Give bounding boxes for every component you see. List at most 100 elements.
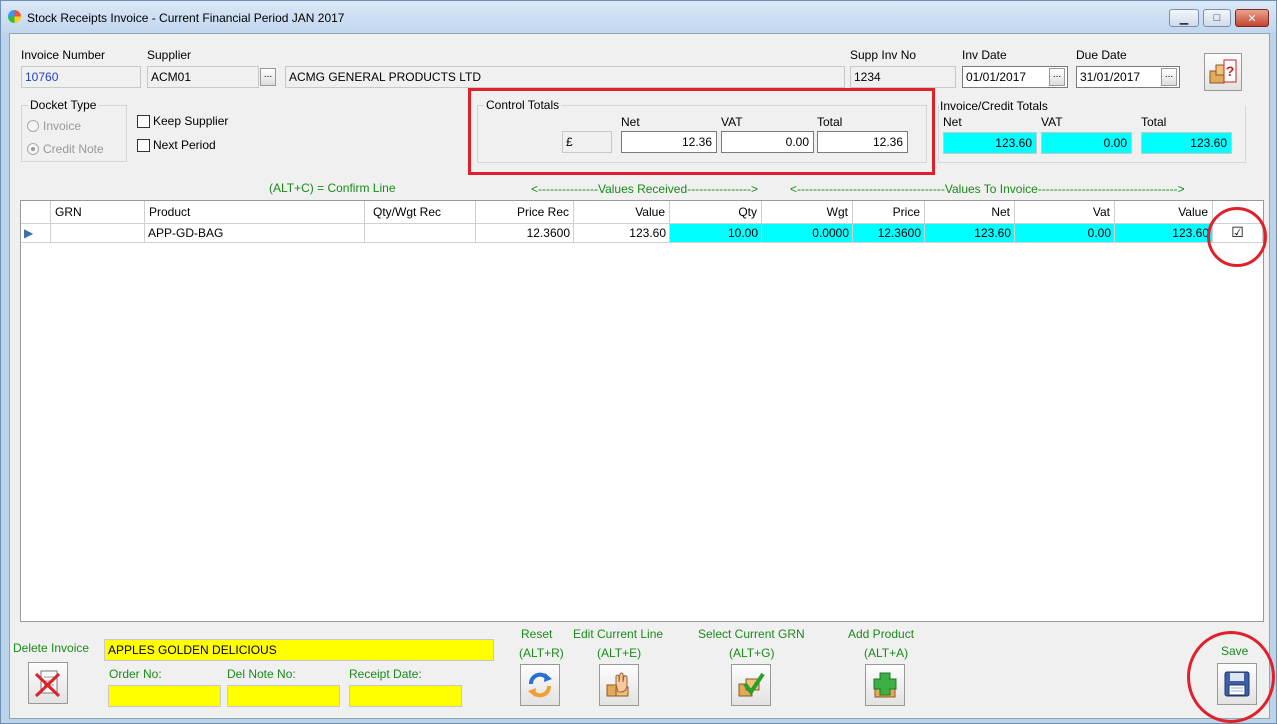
add-product-shortcut: (ALT+A) <box>864 646 909 660</box>
values-received-caption: <---------------Values Received---------… <box>531 182 759 196</box>
values-to-invoice-caption: <-------------------------------------Va… <box>790 182 1185 196</box>
table-cell-value-rec[interactable]: 123.60 <box>574 224 670 243</box>
annotation-save-circle <box>1187 631 1275 723</box>
product-description-field: APPLES GOLDEN DELICIOUS <box>104 639 494 661</box>
table-cell-wgt[interactable]: 0.0000 <box>762 224 853 243</box>
next-period-label: Next Period <box>153 138 216 152</box>
checkmark-boxes-icon <box>738 672 765 697</box>
radio-selected-icon <box>27 143 39 155</box>
docket-credit-note-label: Credit Note <box>43 142 104 156</box>
docket-invoice-label: Invoice <box>43 119 82 133</box>
hand-boxes-icon <box>606 672 629 697</box>
due-date-picker-button[interactable]: ... <box>1161 68 1177 86</box>
order-no-field[interactable] <box>108 685 221 707</box>
docket-type-title: Docket Type <box>28 98 99 112</box>
del-note-no-field[interactable] <box>227 685 340 707</box>
edit-current-line-label: Edit Current Line <box>573 627 664 641</box>
select-current-grn-label: Select Current GRN <box>698 627 805 641</box>
table-cell-value[interactable]: 123.60 <box>1115 224 1213 243</box>
help-button[interactable]: ? <box>1204 53 1242 91</box>
table-cell-qty-wgt-rec[interactable] <box>365 224 476 243</box>
table-cell-vat[interactable]: 0.00 <box>1015 224 1115 243</box>
help-boxes-icon: ? <box>1209 59 1237 84</box>
select-current-grn-button[interactable] <box>731 664 771 706</box>
title-bar: Stock Receipts Invoice - Current Financi… <box>1 1 1276 33</box>
radio-icon <box>27 120 39 132</box>
checkbox-icon <box>137 114 150 128</box>
refresh-icon <box>528 672 552 698</box>
annotation-control-totals-highlight <box>468 88 935 175</box>
docket-type-group: Docket Type Invoice Credit Note <box>21 98 127 162</box>
reset-shortcut: (ALT+R) <box>519 646 564 660</box>
docket-invoice-radio[interactable]: Invoice <box>27 119 81 133</box>
minimize-button[interactable]: ▁ <box>1169 9 1199 27</box>
delete-invoice-button[interactable] <box>28 662 68 704</box>
order-no-label: Order No: <box>109 667 162 681</box>
grid-header-qty[interactable]: Qty <box>670 201 762 224</box>
delete-invoice-label: Delete Invoice <box>13 641 90 655</box>
edit-current-line-button[interactable] <box>599 664 639 706</box>
row-selector-icon[interactable]: ▶ <box>21 224 51 243</box>
grid-header-product[interactable]: Product <box>145 201 365 224</box>
grid-header-value[interactable]: Value <box>1115 201 1213 224</box>
invoice-vat-field: 0.00 <box>1041 132 1132 154</box>
grid-header-wgt[interactable]: Wgt <box>762 201 853 224</box>
invoice-number-label: Invoice Number <box>21 48 106 62</box>
invoice-net-label: Net <box>943 115 962 129</box>
invoice-total-field: 123.60 <box>1141 132 1232 154</box>
add-product-button[interactable] <box>865 664 905 706</box>
delete-document-icon <box>34 670 61 698</box>
invoice-net-field: 123.60 <box>943 132 1037 154</box>
grid-header-qty-wgt-rec[interactable]: Qty/Wgt Rec <box>365 201 476 224</box>
due-date-label: Due Date <box>1076 48 1127 62</box>
app-window: Stock Receipts Invoice - Current Financi… <box>0 0 1277 724</box>
grid-row-header-corner <box>21 201 51 224</box>
checkbox-icon <box>137 138 150 152</box>
table-cell-grn[interactable] <box>51 224 145 243</box>
grid-header-price-rec[interactable]: Price Rec <box>476 201 574 224</box>
docket-credit-note-radio[interactable]: Credit Note <box>27 142 104 156</box>
receipt-date-label: Receipt Date: <box>349 667 422 681</box>
table-cell-net[interactable]: 123.60 <box>925 224 1015 243</box>
keep-supplier-label: Keep Supplier <box>153 114 229 128</box>
table-cell-product[interactable]: APP-GD-BAG <box>145 224 365 243</box>
invoice-vat-label: VAT <box>1041 115 1063 129</box>
app-icon <box>8 10 21 23</box>
supplier-code-field[interactable]: ACM01 <box>147 66 259 88</box>
table-cell-qty[interactable]: 10.00 <box>670 224 762 243</box>
table-cell-price-rec[interactable]: 12.3600 <box>476 224 574 243</box>
keep-supplier-checkbox[interactable]: Keep Supplier <box>137 114 228 128</box>
supplier-label: Supplier <box>147 48 192 62</box>
supplier-lookup-button[interactable]: ... <box>260 68 276 86</box>
confirm-line-hint: (ALT+C) = Confirm Line <box>269 181 396 195</box>
close-button[interactable]: ✕ <box>1235 9 1269 27</box>
inv-date-picker-button[interactable]: ... <box>1049 68 1065 86</box>
supplier-name-field: ACMG GENERAL PRODUCTS LTD <box>285 66 845 88</box>
receipt-date-field[interactable] <box>349 685 462 707</box>
window-title: Stock Receipts Invoice - Current Financi… <box>27 11 345 25</box>
select-current-grn-shortcut: (ALT+G) <box>729 646 775 660</box>
grid-header-vat[interactable]: Vat <box>1015 201 1115 224</box>
inv-date-label: Inv Date <box>962 48 1007 62</box>
grid-header-grn[interactable]: GRN <box>51 201 145 224</box>
grid-header-value-rec[interactable]: Value <box>574 201 670 224</box>
invoice-number-field[interactable]: 10760 <box>21 66 141 88</box>
reset-label: Reset <box>521 627 553 641</box>
invoice-total-label: Total <box>1141 115 1167 129</box>
add-product-label: Add Product <box>848 627 915 641</box>
table-cell-price[interactable]: 12.3600 <box>853 224 925 243</box>
invoice-lines-grid[interactable]: GRN Product Qty/Wgt Rec Price Rec Value … <box>20 200 1264 622</box>
grid-header-qty-wgt-rec-text: Qty/Wgt Rec <box>373 205 442 219</box>
del-note-no-label: Del Note No: <box>227 667 296 681</box>
grid-header-net[interactable]: Net <box>925 201 1015 224</box>
maximize-button[interactable]: □ <box>1203 9 1231 27</box>
supp-inv-no-field[interactable]: 1234 <box>850 66 956 88</box>
annotation-confirm-checkbox-circle <box>1207 207 1267 267</box>
next-period-checkbox[interactable]: Next Period <box>137 138 216 152</box>
svg-text:?: ? <box>1226 63 1235 79</box>
edit-current-line-shortcut: (ALT+E) <box>597 646 642 660</box>
supp-inv-no-label: Supp Inv No <box>850 48 917 62</box>
add-box-icon <box>873 672 897 698</box>
reset-button[interactable] <box>520 664 560 706</box>
grid-header-price[interactable]: Price <box>853 201 925 224</box>
